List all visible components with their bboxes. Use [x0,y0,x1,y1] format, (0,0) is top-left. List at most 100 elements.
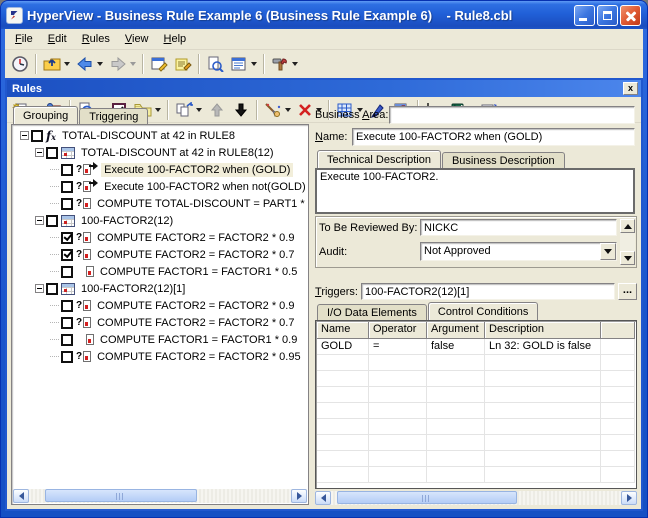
triggers-field[interactable]: 100-FACTOR2(12)[1] [361,283,615,300]
tree-item[interactable]: COMPUTE FACTOR1 = FACTOR1 * 0.5 [13,263,308,280]
checkbox-checked[interactable] [61,249,73,261]
scroll-right-icon[interactable] [621,491,637,505]
tab-technical-description[interactable]: Technical Description [317,150,441,168]
tools-button[interactable] [268,52,301,75]
rules-panel-close-button[interactable]: x [623,82,638,95]
dropdown-arrow-icon[interactable] [251,62,257,66]
checkbox[interactable] [61,300,73,312]
menu-view[interactable]: View [118,31,157,48]
scroll-up-icon[interactable] [620,219,635,233]
tree-item[interactable]: ?COMPUTE FACTOR2 = FACTOR2 * 0.9 [13,229,308,246]
tree-item[interactable]: TOTAL-DISCOUNT at 42 in RULE8(12) [13,144,308,161]
tab-io-data-elements[interactable]: I/O Data Elements [317,304,427,320]
checkbox[interactable] [61,198,73,210]
tree-item[interactable]: COMPUTE FACTOR1 = FACTOR1 * 0.9 [13,331,308,348]
dropdown-arrow-icon[interactable] [130,62,136,66]
scrollbar-track[interactable] [29,489,291,503]
checkbox[interactable] [61,164,73,176]
tab-control-conditions[interactable]: Control Conditions [428,302,539,320]
menu-file[interactable]: File [8,31,41,48]
triggers-more-button[interactable]: ... [618,283,637,300]
app-icon [6,7,23,24]
tree-item[interactable]: fxTOTAL-DISCOUNT at 42 in RULE8 [13,127,308,144]
forward-arrow-button[interactable] [106,52,139,75]
grid-cell [427,355,485,371]
minimize-button[interactable] [574,5,595,26]
tree-item[interactable]: ?Execute 100-FACTOR2 when not(GOLD) [13,178,308,195]
checkbox-checked[interactable] [61,232,73,244]
checkbox[interactable] [46,283,58,295]
checkbox[interactable] [61,266,73,278]
tab-triggering[interactable]: Triggering [79,108,148,124]
scroll-down-icon[interactable] [620,251,635,265]
tree-item[interactable]: ?COMPUTE TOTAL-DISCOUNT = PART1 * [13,195,308,212]
properties-window-button[interactable] [147,52,171,75]
rules-panel-titlebar: Rules x [7,80,641,97]
column-header[interactable]: Description [485,322,601,339]
column-header[interactable]: Name [317,322,369,339]
checkbox[interactable] [46,147,58,159]
expander-icon[interactable] [35,216,44,225]
grid-data-row[interactable]: GOLD=falseLn 32: GOLD is false [317,339,635,355]
control-conditions-grid[interactable]: NameOperatorArgumentDescriptionGOLD=fals… [315,320,637,489]
scroll-right-icon[interactable] [291,489,307,503]
name-field[interactable]: Execute 100-FACTOR2 when (GOLD) [352,128,635,146]
up-folder-button[interactable] [40,52,73,75]
rules-tree[interactable]: fxTOTAL-DISCOUNT at 42 in RULE8TOTAL-DIS… [11,124,309,505]
scrollbar-thumb[interactable] [337,491,517,504]
dropdown-arrow-icon[interactable] [292,62,298,66]
tree-item[interactable]: ?COMPUTE FACTOR2 = FACTOR2 * 0.7 [13,246,308,263]
search-document-button[interactable] [203,52,227,75]
audit-label: Audit: [319,246,347,258]
list-view-button[interactable] [227,52,260,75]
back-arrow-icon [76,56,94,72]
reviewed-by-field[interactable]: NICKC [420,219,617,236]
tree-item[interactable]: 100-FACTOR2(12)[1] [13,280,308,297]
expander-icon[interactable] [20,131,29,140]
back-arrow-button[interactable] [73,52,106,75]
dropdown-arrow-icon[interactable] [600,243,616,260]
audit-dropdown[interactable]: Not Approved [420,242,617,261]
grid-cell [485,435,601,451]
clock-button[interactable] [8,52,32,75]
tree-horizontal-scrollbar[interactable] [13,489,307,503]
checkbox[interactable] [61,351,73,363]
grid-cell: false [427,339,485,355]
scrollbar-track[interactable] [331,491,621,505]
scrollbar-thumb[interactable] [45,489,197,502]
grid-cell [317,371,369,387]
close-button[interactable] [620,5,641,26]
tree-item[interactable]: ?COMPUTE FACTOR2 = FACTOR2 * 0.9 [13,297,308,314]
column-header[interactable]: Argument [427,322,485,339]
attributes-vertical-scrollbar[interactable] [620,219,635,265]
expander-icon[interactable] [35,148,44,157]
checkbox[interactable] [31,130,43,142]
menu-edit[interactable]: Edit [41,31,75,48]
dropdown-arrow-icon[interactable] [97,62,103,66]
tree-item[interactable]: ?Execute 100-FACTOR2 when (GOLD) [13,161,308,178]
menu-help[interactable]: Help [157,31,195,48]
tab-grouping[interactable]: Grouping [13,106,78,124]
tree-item[interactable]: ?COMPUTE FACTOR2 = FACTOR2 * 0.7 [13,314,308,331]
tab-business-description[interactable]: Business Description [442,152,565,168]
tree-item[interactable]: 100-FACTOR2(12) [13,212,308,229]
name-label: Name: [315,131,347,143]
business-area-field[interactable] [389,106,635,124]
tree-connector [50,271,59,272]
expander-icon[interactable] [35,284,44,293]
grouping-pane: Grouping Triggering fxTOTAL-DISCOUNT at … [11,106,309,505]
menu-rules[interactable]: Rules [75,31,118,48]
notes-button[interactable] [171,52,195,75]
maximize-button[interactable] [597,5,618,26]
checkbox[interactable] [61,317,73,329]
column-header[interactable]: Operator [369,322,427,339]
checkbox[interactable] [61,334,73,346]
checkbox[interactable] [46,215,58,227]
tree-item[interactable]: ?COMPUTE FACTOR2 = FACTOR2 * 0.95 [13,348,308,365]
technical-description-field[interactable]: Execute 100-FACTOR2. [315,168,635,214]
checkbox[interactable] [61,181,73,193]
scroll-left-icon[interactable] [13,489,29,503]
dropdown-arrow-icon[interactable] [64,62,70,66]
grid-horizontal-scrollbar[interactable] [315,491,637,505]
scroll-left-icon[interactable] [315,491,331,505]
